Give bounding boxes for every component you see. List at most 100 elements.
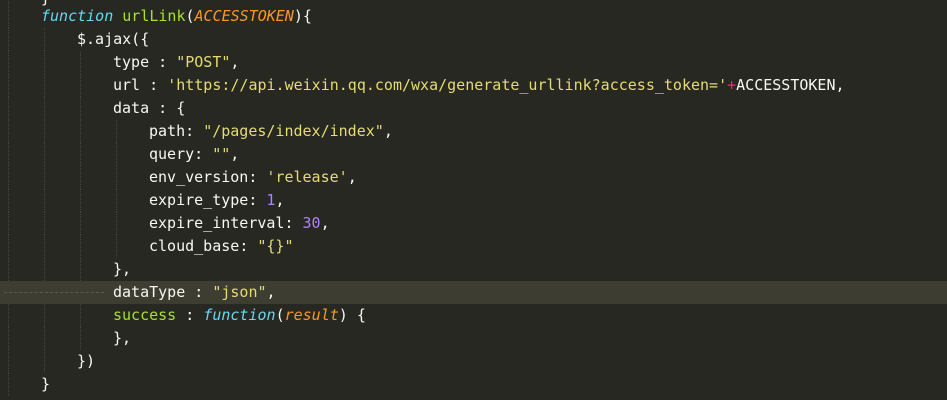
separator: : (149, 99, 177, 117)
property-key: query (149, 145, 195, 163)
property-key: url (113, 76, 141, 94)
indent-guide (80, 327, 81, 350)
property-key: type (113, 53, 150, 71)
indent-guide (44, 166, 45, 189)
query-property: query: "", (149, 143, 239, 166)
indent-guide (44, 189, 45, 212)
separator: : (149, 53, 177, 71)
active-code-line[interactable]: dataType : "json", (0, 281, 947, 304)
path-property: path: "/pages/index/index", (149, 120, 393, 143)
separator: : (194, 145, 213, 163)
indent-guide (116, 235, 117, 258)
property-key: data (113, 99, 150, 117)
string-value: 'release' (266, 168, 348, 186)
number-value: 30 (302, 214, 321, 232)
indent-guide (80, 304, 81, 327)
code-line[interactable]: $.ajax({ (0, 28, 947, 51)
code-line[interactable]: query: "", (0, 143, 947, 166)
closing-brace: }, (113, 260, 132, 278)
open-brace: { (176, 99, 186, 117)
indent-guide (8, 189, 9, 212)
property-key: expire_interval (149, 214, 285, 232)
comma: , (835, 76, 845, 94)
indent-guide (80, 120, 81, 143)
indent-guide (44, 74, 45, 97)
expire-interval-property: expire_interval: 30, (149, 212, 330, 235)
indent-guide (116, 189, 117, 212)
code-line[interactable]: expire_type: 1, (0, 189, 947, 212)
code-line[interactable]: type : "POST", (0, 51, 947, 74)
code-line[interactable]: cloud_base: "{}" (0, 235, 947, 258)
env-version-property: env_version: 'release', (149, 166, 357, 189)
code-line[interactable]: }) (0, 350, 947, 373)
indent-guide (8, 212, 9, 235)
function-name: urlLink (122, 7, 186, 25)
indent-guide (80, 97, 81, 120)
code-line[interactable]: data : { (0, 97, 947, 120)
indent-guide (80, 74, 81, 97)
code-line[interactable]: }, (0, 327, 947, 350)
separator: : (140, 76, 168, 94)
code-line[interactable]: success : function(result) { (0, 304, 947, 327)
indent-guide (8, 143, 9, 166)
indent-guide (8, 28, 9, 51)
indent-guide (8, 166, 9, 189)
url-string: 'https://api.weixin.qq.com/wxa/generate_… (167, 76, 728, 94)
indent-guide (44, 143, 45, 166)
code-line[interactable]: function urlLink(ACCESSTOKEN){ (0, 5, 947, 28)
indent-guide (44, 304, 45, 327)
indent-guide (44, 120, 45, 143)
indent-guide (8, 5, 9, 28)
closing-brace: } (41, 375, 51, 393)
indent-guide (80, 143, 81, 166)
string-value: "/pages/index/index" (203, 122, 384, 140)
function-param: ACCESSTOKEN (194, 7, 294, 25)
function-declaration: function urlLink(ACCESSTOKEN){ (41, 5, 312, 28)
indent-guide (44, 28, 45, 51)
ajax-call: $.ajax({ (77, 30, 150, 48)
function-param: result (284, 306, 339, 324)
data-property: data : { (113, 97, 185, 120)
function-keyword: function (41, 7, 114, 25)
indent-guide (80, 258, 81, 281)
property-key: expire_type (149, 191, 249, 209)
indent-guide (8, 373, 9, 396)
code-line[interactable]: } (0, 373, 947, 396)
indent-guide (116, 166, 117, 189)
property-key: path (149, 122, 186, 140)
comma: , (230, 145, 240, 163)
indent-guide (44, 51, 45, 74)
close-paren-brace: ){ (293, 7, 312, 25)
code-line[interactable]: env_version: 'release', (0, 166, 947, 189)
indent-guide (116, 143, 117, 166)
code-line[interactable]: expire_interval: 30, (0, 212, 947, 235)
indent-guide (80, 212, 81, 235)
property-key: dataType (113, 283, 186, 301)
separator: : (185, 283, 213, 301)
indent-guide (44, 235, 45, 258)
code-line[interactable]: url : 'https://api.weixin.qq.com/wxa/gen… (0, 74, 947, 97)
indent-guide (8, 120, 9, 143)
indent-guide (8, 235, 9, 258)
separator: : (176, 306, 204, 324)
type-property: type : "POST", (113, 51, 239, 74)
indent-guide (44, 97, 45, 120)
indent-guide (44, 212, 45, 235)
expire-type-property: expire_type: 1, (149, 189, 284, 212)
code-line[interactable]: path: "/pages/index/index", (0, 120, 947, 143)
indent-guide (8, 304, 9, 327)
code-editor[interactable]: } function urlLink(ACCESSTOKEN){ $.ajax(… (0, 0, 947, 400)
comma: , (266, 283, 276, 301)
closing-paren: }) (77, 352, 96, 370)
string-value: "POST" (176, 53, 231, 71)
separator: : (239, 237, 258, 255)
plus-operator: + (727, 76, 737, 94)
active-line-indicator (4, 292, 104, 293)
indent-guide (8, 97, 9, 120)
comma: , (230, 53, 240, 71)
code-line[interactable]: }, (0, 258, 947, 281)
indent-guide (44, 327, 45, 350)
comma: , (347, 168, 357, 186)
separator: : (248, 191, 267, 209)
indent-guide (80, 51, 81, 74)
